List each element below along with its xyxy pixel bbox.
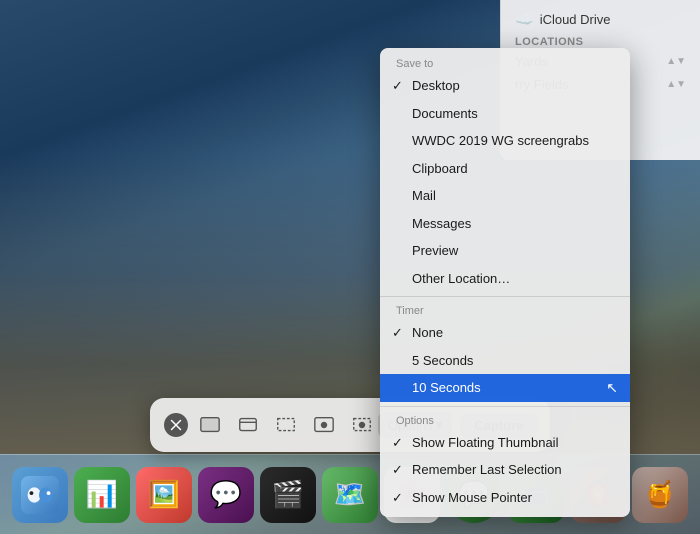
context-menu: Save to Desktop Documents WWDC 2019 WG s… [380,48,630,517]
final-cut-icon: 🎬 [272,479,304,510]
menu-item-documents[interactable]: Documents [380,100,630,128]
menu-item-other-location[interactable]: Other Location… [380,265,630,293]
dock-item-final-cut[interactable]: 🎬 [260,467,316,523]
toolbar-icon-group [164,409,378,441]
numbers-icon: 📊 [86,479,118,510]
dock-item-photos-app[interactable]: 🖼️ [136,467,192,523]
menu-item-wwdc[interactable]: WWDC 2019 WG screengrabs [380,127,630,155]
cursor-pointer-icon: ↖ [606,377,618,398]
toolbar-close-button[interactable] [164,413,188,437]
dock-item-slack[interactable]: 💬 [198,467,254,523]
dock-item-numbers[interactable]: 📊 [74,467,130,523]
menu-item-mail[interactable]: Mail [380,182,630,210]
selection-rect-icon [275,414,297,436]
record-screen-button[interactable] [308,409,340,441]
dock-item-finder[interactable] [12,467,68,523]
menu-item-messages[interactable]: Messages [380,210,630,238]
capture-window-button[interactable] [232,409,264,441]
fullscreen-icon [199,414,221,436]
save-to-header: Save to [380,54,630,72]
menu-item-clipboard[interactable]: Clipboard [380,155,630,183]
squash-icon: 🍯 [644,479,676,510]
close-x-icon [170,419,182,431]
record-selection-button[interactable] [346,409,378,441]
icloud-yards-arrow: ▲▼ [666,56,686,67]
icloud-title: iCloud Drive [540,12,611,27]
slack-icon: 💬 [210,479,242,510]
icloud-icon: ☁️ [515,10,534,28]
dock-item-squash[interactable]: 🍯 [632,467,688,523]
record-screen-icon [313,414,335,436]
timer-header: Timer [380,301,630,319]
menu-item-show-pointer[interactable]: Show Mouse Pointer [380,484,630,512]
maps-icon: 🗺️ [334,479,366,510]
finder-icon [21,476,59,514]
dock-item-maps[interactable]: 🗺️ [322,467,378,523]
capture-fullscreen-button[interactable] [194,409,226,441]
capture-selection-button[interactable] [270,409,302,441]
menu-item-desktop[interactable]: Desktop [380,72,630,100]
menu-item-remember-selection[interactable]: Remember Last Selection [380,456,630,484]
options-header: Options [380,411,630,429]
separator-2 [380,406,630,407]
menu-item-preview[interactable]: Preview [380,237,630,265]
icloud-fields-arrow[interactable]: ▲▼ [666,79,686,90]
menu-item-none[interactable]: None [380,319,630,347]
record-selection-icon [351,414,373,436]
separator-1 [380,296,630,297]
photos-app-icon: 🖼️ [148,479,180,510]
window-icon [237,414,259,436]
menu-item-10-seconds[interactable]: 10 Seconds ↖ [380,374,630,402]
menu-item-show-thumbnail[interactable]: Show Floating Thumbnail [380,429,630,457]
icloud-header: ☁️ iCloud Drive [501,0,700,34]
menu-item-5-seconds[interactable]: 5 Seconds [380,347,630,375]
